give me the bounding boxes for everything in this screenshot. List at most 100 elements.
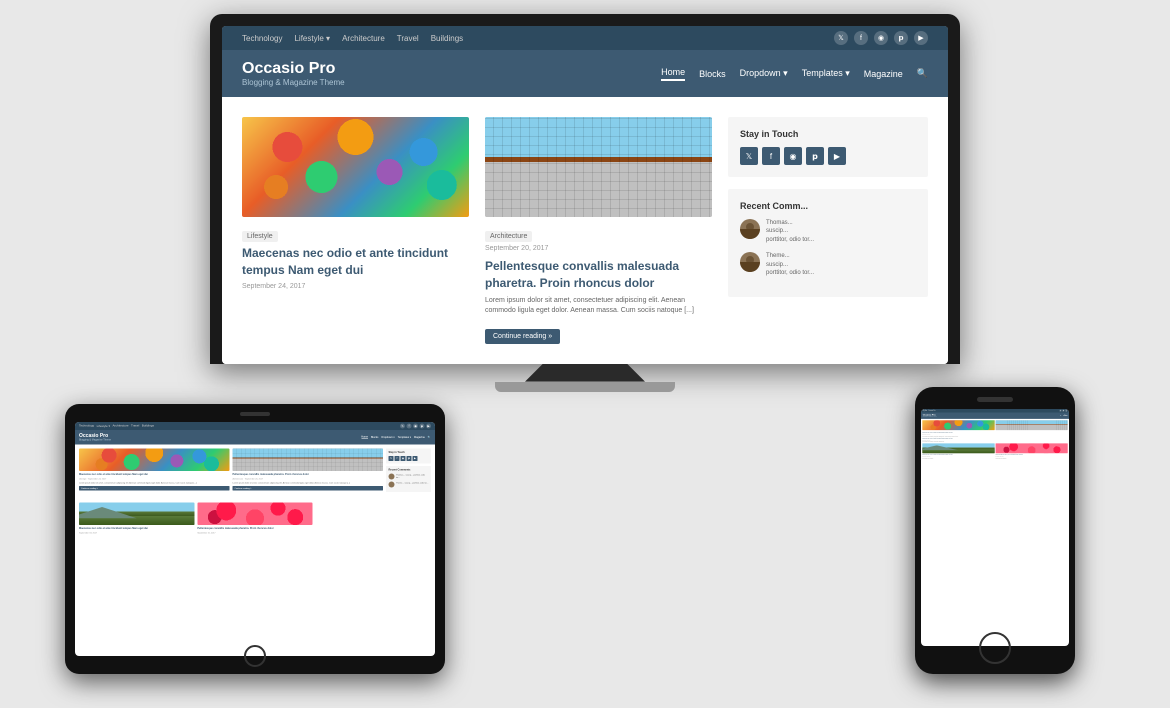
twitter-icon[interactable]: 𝕏 xyxy=(834,31,848,45)
tablet-article-3: Maecenas nec odio et ante tincidunt temp… xyxy=(79,502,194,535)
tablet-avatar-2 xyxy=(389,481,395,487)
phone-article-3-text: Lorem ipsum dolor sit amet... xyxy=(922,457,994,458)
topbar-nav-technology[interactable]: Technology xyxy=(242,34,282,43)
instagram-icon[interactable]: ◉ xyxy=(874,31,888,45)
tablet-img-umbrellas xyxy=(79,448,230,471)
tablet-comment-1-text: Thomas... suscip... porttitor, odio tor.… xyxy=(396,473,429,478)
nav-magazine[interactable]: Magazine xyxy=(864,69,903,79)
article-card-1: Lifestyle Maecenas nec odio et ante tinc… xyxy=(242,117,469,344)
sidebar-pinterest-icon[interactable]: 𝗽 xyxy=(806,147,824,165)
phone-menu-icon: ≡ Menu xyxy=(1063,415,1067,416)
tablet-tw: 𝕏 xyxy=(389,456,394,461)
phone-site-content: My Site Occasio Pro ✦ ⚙ ⋮ Occasio xyxy=(921,409,1069,461)
t-nav-blocks: Blocks xyxy=(371,435,378,438)
tablet-read-more-2: Continue reading » xyxy=(233,486,384,491)
avatar-2 xyxy=(740,252,760,272)
recent-comments-title: Recent Comm... xyxy=(740,201,916,211)
sidebar-facebook-icon[interactable]: f xyxy=(762,147,780,165)
search-icon[interactable]: 🔍 xyxy=(917,68,928,79)
youtube-icon[interactable]: ▶ xyxy=(914,31,928,45)
site-logo: Occasio Pro Blogging & Magazine Theme xyxy=(242,60,345,87)
tablet-img-fruit xyxy=(197,502,312,525)
article-2-image xyxy=(485,117,712,217)
t-pi-icon: 𝗽 xyxy=(420,423,425,428)
tablet-img-building xyxy=(233,448,384,471)
topbar-nav-lifestyle[interactable]: Lifestyle ▾ xyxy=(294,34,330,43)
site-topbar: Technology Lifestyle ▾ Architecture Trav… xyxy=(222,26,948,50)
article-1-date: September 24, 2017 xyxy=(242,283,469,290)
phone-article-sec-text: Lorem ipsum dolor sit amet, consectetuer… xyxy=(922,441,1068,442)
tablet-img-mountains xyxy=(79,502,194,525)
sidebar-twitter-icon[interactable]: 𝕏 xyxy=(740,147,758,165)
tablet-site-content: Technology Lifestyle ▾ Architecture Trav… xyxy=(75,422,435,539)
tablet-site-name: Occasio Pro xyxy=(79,433,111,439)
t-ig-icon: ◉ xyxy=(413,423,418,428)
facebook-icon[interactable]: f xyxy=(854,31,868,45)
tablet-article-2: Pellentesque convallis malesuada pharetr… xyxy=(233,448,384,494)
phone-article-3: Maecenas nec odio et ante tincidunt temp… xyxy=(922,443,994,459)
continue-reading-button[interactable]: Continue reading » xyxy=(485,329,560,344)
article-2-text: Lorem ipsum dolor sit amet, consectetuer… xyxy=(485,296,712,317)
article-2-date: September 20, 2017 xyxy=(485,245,712,252)
sidebar-instagram-icon[interactable]: ◉ xyxy=(784,147,802,165)
p-nav-technology: My Site xyxy=(923,410,927,411)
site-mainbar: Occasio Pro Blogging & Magazine Theme Ho… xyxy=(222,50,948,97)
tablet-yt: ▶ xyxy=(413,456,418,461)
tablet-article-2-text: Lorem ipsum dolor sit amet, consectetuer… xyxy=(233,481,384,484)
article-card-2: Architecture September 20, 2017 Pellente… xyxy=(485,117,712,344)
topbar-social-icons: 𝕏 f ◉ 𝗽 ▶ xyxy=(834,31,928,45)
article-2-title: Pellentesque convallis malesuada pharetr… xyxy=(485,258,712,292)
phone-site-tagline: Blogging & Magazine Theme xyxy=(923,416,937,417)
tablet-recent-comments: Recent Comments Thomas... suscip... port… xyxy=(386,466,431,492)
site-content: Lifestyle Maecenas nec odio et ante tinc… xyxy=(222,97,948,364)
sidebar-youtube-icon[interactable]: ▶ xyxy=(828,147,846,165)
t-nav-lifestyle: Lifestyle ▾ xyxy=(97,424,110,428)
comment-2: Theme...suscip...porttitor, odio tor... xyxy=(740,252,916,277)
tablet-comment-1: Thomas... suscip... porttitor, odio tor.… xyxy=(389,473,429,479)
tablet-article-3-title: Maecenas nec odio et ante tincidunt temp… xyxy=(79,527,194,530)
phone-site-header: My Site Occasio Pro ✦ ⚙ ⋮ Occasio xyxy=(921,409,1069,419)
tablet-mainbar: Occasio Pro Blogging & Magazine Theme Ho… xyxy=(75,430,435,445)
tablet-article-2-date: Architecture · September 20, 2017 xyxy=(233,477,384,480)
monitor-screen: Technology Lifestyle ▾ Architecture Trav… xyxy=(222,26,948,364)
site-name: Occasio Pro xyxy=(242,60,345,78)
topbar-nav-buildings[interactable]: Buildings xyxy=(431,34,463,43)
phone-logo: Occasio Pro Blogging & Magazine Theme xyxy=(923,414,937,418)
topbar-nav: Technology Lifestyle ▾ Architecture Trav… xyxy=(242,34,463,43)
phone-img-building xyxy=(996,420,1068,430)
nav-dropdown[interactable]: Dropdown ▾ xyxy=(740,68,788,79)
nav-templates[interactable]: Templates ▾ xyxy=(802,68,850,79)
tablet-site-tagline: Blogging & Magazine Theme xyxy=(79,438,111,441)
t-nav-technology: Technology xyxy=(79,424,94,428)
tablet-site-header: Technology Lifestyle ▾ Architecture Trav… xyxy=(75,422,435,445)
site-header: Technology Lifestyle ▾ Architecture Trav… xyxy=(222,26,948,97)
tablet-article-4-date: September 15, 2017 xyxy=(197,531,312,534)
phone-article-3-date: September 18, 2017 xyxy=(922,456,994,457)
phone-bezel: My Site Occasio Pro ✦ ⚙ ⋮ Occasio xyxy=(915,387,1075,674)
topbar-nav-architecture[interactable]: Architecture xyxy=(342,34,385,43)
monitor-base xyxy=(495,382,675,392)
nav-blocks[interactable]: Blocks xyxy=(699,69,726,79)
t-nav-dropdown: Dropdown ▾ xyxy=(381,435,394,438)
t-nav-home: Home xyxy=(361,435,368,439)
phone-article-main-date: September 24, 2017 xyxy=(922,433,1068,434)
phone-img-umbrellas xyxy=(922,420,994,430)
phone-topbar-nav: My Site Occasio Pro xyxy=(923,410,936,411)
comment-2-text: Theme...suscip...porttitor, odio tor... xyxy=(766,252,814,277)
tablet-article-2-title: Pellentesque convallis malesuada pharetr… xyxy=(233,473,384,476)
phone-article-main-text: Lorem ipsum dolor sit amet, consectetuer… xyxy=(922,435,1068,436)
phone-article-1 xyxy=(922,420,994,431)
phone-article-4-text: Lorem ipsum dolor sit amet... xyxy=(996,457,1068,458)
nav-home[interactable]: Home xyxy=(661,67,685,81)
topbar-nav-travel[interactable]: Travel xyxy=(397,34,419,43)
t-nav-magazine: Magazine xyxy=(414,435,425,438)
tablet-article-3-date: September 18, 2017 xyxy=(79,531,194,534)
article-2-tag: Architecture xyxy=(485,231,532,242)
phone-article-main: Maecenas nec odio et ante tincidunt temp… xyxy=(922,432,1068,437)
phone-mainbar: Occasio Pro Blogging & Magazine Theme 🔍 … xyxy=(921,412,1069,418)
phone-screen: My Site Occasio Pro ✦ ⚙ ⋮ Occasio xyxy=(921,409,1069,646)
phone-content: Maecenas nec odio et ante tincidunt temp… xyxy=(921,419,1069,461)
tablet-article-4: Pellentesque convallis malesuada pharetr… xyxy=(197,502,312,535)
pinterest-icon[interactable]: 𝗽 xyxy=(894,31,908,45)
article-1-tag: Lifestyle xyxy=(242,231,278,242)
